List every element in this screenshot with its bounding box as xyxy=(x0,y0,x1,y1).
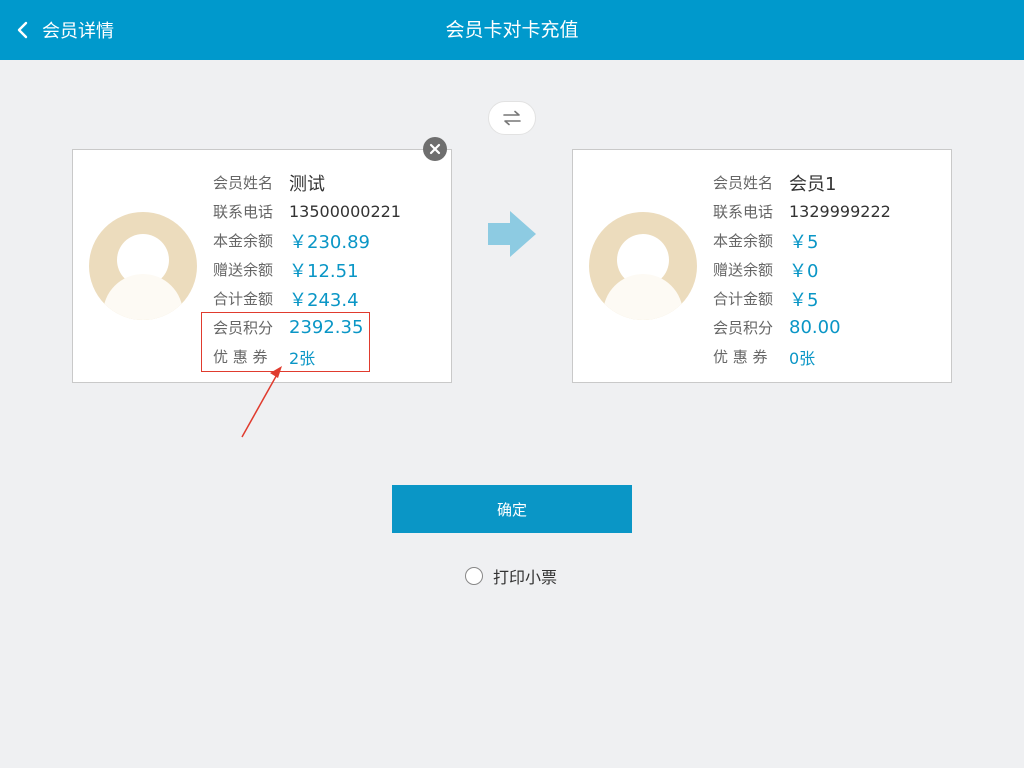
member-name: 测试 xyxy=(289,173,325,195)
arrow-right-icon xyxy=(488,211,536,257)
phone-label: 联系电话 xyxy=(213,203,274,221)
swap-button[interactable] xyxy=(488,101,536,135)
phone-row: 联系电话 1329999222 xyxy=(713,197,891,226)
member-points: 2392.35 xyxy=(289,317,364,338)
avatar xyxy=(589,212,697,320)
gift-balance: ￥0 xyxy=(789,260,819,282)
member-name: 会员1 xyxy=(789,173,837,195)
coupon-count: 2张 xyxy=(289,348,316,368)
print-receipt-label: 打印小票 xyxy=(493,568,558,587)
coupon-label: 优 惠 券 xyxy=(713,348,768,366)
gift-label: 赠送余额 xyxy=(213,261,274,279)
gift-row: 赠送余额 ￥12.51 xyxy=(213,255,401,284)
close-icon xyxy=(429,143,441,155)
principal-row: 本金余额 ￥5 xyxy=(713,226,891,255)
target-member-card: 会员姓名 会员1 联系电话 1329999222 本金余额 ￥5 赠送余额 ￥0… xyxy=(572,149,952,383)
principal-label: 本金余额 xyxy=(213,232,274,250)
source-member-card: 会员姓名 测试 联系电话 13500000221 本金余额 ￥230.89 赠送… xyxy=(72,149,452,383)
principal-balance: ￥5 xyxy=(789,231,819,253)
coupon-row: 优 惠 券 2张 xyxy=(213,342,401,371)
total-row: 合计金额 ￥243.4 xyxy=(213,284,401,313)
coupon-count: 0张 xyxy=(789,348,816,368)
principal-balance: ￥230.89 xyxy=(289,231,370,253)
coupon-row: 优 惠 券 0张 xyxy=(713,342,891,371)
gift-balance: ￥12.51 xyxy=(289,260,359,282)
total-label: 合计金额 xyxy=(213,290,274,308)
page-title: 会员卡对卡充值 xyxy=(445,19,579,41)
name-row: 会员姓名 会员1 xyxy=(713,168,891,197)
name-label: 会员姓名 xyxy=(713,174,774,192)
principal-label: 本金余额 xyxy=(713,232,774,250)
top-bar: 会员详情 会员卡对卡充值 xyxy=(0,0,1024,60)
coupon-label: 优 惠 券 xyxy=(213,348,268,366)
swap-arrows-icon xyxy=(503,110,521,126)
name-label: 会员姓名 xyxy=(213,174,274,192)
name-row: 会员姓名 测试 xyxy=(213,168,401,197)
print-receipt-option[interactable]: 打印小票 xyxy=(465,564,557,588)
confirm-button[interactable]: 确定 xyxy=(392,485,632,533)
member-phone: 13500000221 xyxy=(289,202,401,221)
print-receipt-radio[interactable] xyxy=(465,567,483,585)
avatar xyxy=(89,212,197,320)
total-amount: ￥243.4 xyxy=(289,289,359,311)
points-label: 会员积分 xyxy=(713,319,774,337)
phone-row: 联系电话 13500000221 xyxy=(213,197,401,226)
principal-row: 本金余额 ￥230.89 xyxy=(213,226,401,255)
points-label: 会员积分 xyxy=(213,319,274,337)
phone-label: 联系电话 xyxy=(713,203,774,221)
gift-row: 赠送余额 ￥0 xyxy=(713,255,891,284)
gift-label: 赠送余额 xyxy=(713,261,774,279)
points-row: 会员积分 2392.35 xyxy=(213,313,401,342)
total-amount: ￥5 xyxy=(789,289,819,311)
total-label: 合计金额 xyxy=(713,290,774,308)
member-phone: 1329999222 xyxy=(789,202,891,221)
points-row: 会员积分 80.00 xyxy=(713,313,891,342)
member-points: 80.00 xyxy=(789,317,841,338)
total-row: 合计金额 ￥5 xyxy=(713,284,891,313)
remove-source-button[interactable] xyxy=(423,137,447,161)
